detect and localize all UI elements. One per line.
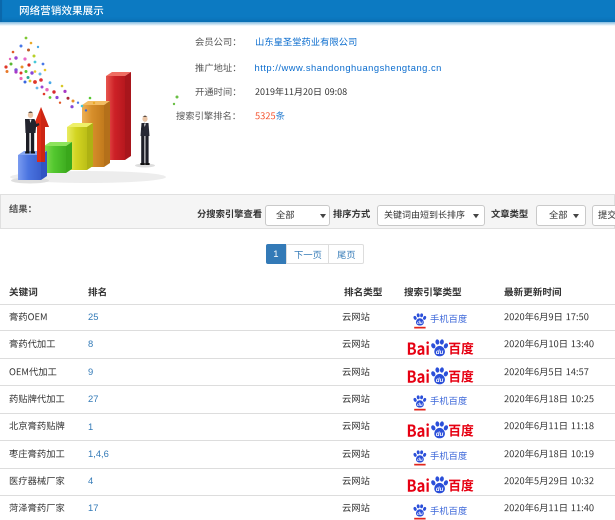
svg-text:du: du [417, 457, 423, 462]
svg-text:du: du [417, 511, 423, 516]
svg-text:du: du [435, 349, 443, 356]
svg-text:du: du [417, 320, 423, 325]
svg-text:du: du [435, 486, 443, 493]
svg-text:du: du [435, 431, 443, 438]
svg-text:du: du [435, 377, 443, 384]
svg-text:du: du [417, 402, 423, 407]
